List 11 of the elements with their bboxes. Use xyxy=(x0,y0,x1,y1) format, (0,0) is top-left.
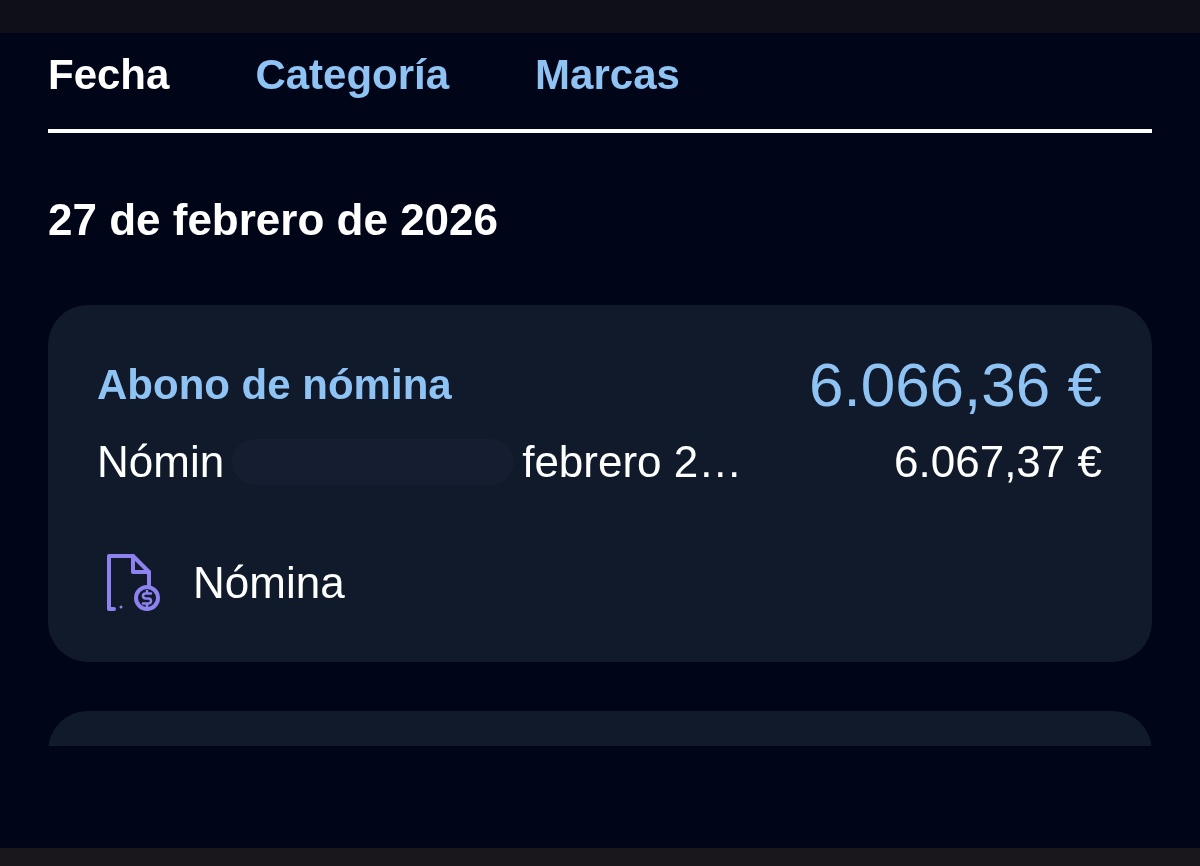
date-header: 27 de febrero de 2026 xyxy=(48,194,499,246)
document-dollar-icon xyxy=(105,554,162,611)
tab[interactable]: Marcas xyxy=(535,50,680,100)
transaction-title: Abono de nómina xyxy=(97,360,452,410)
tab[interactable]: Fecha xyxy=(48,50,170,100)
tab[interactable]: Categoría xyxy=(255,50,450,100)
transaction-amount: 6.066,36 € xyxy=(808,354,1102,416)
category-label: Nómina xyxy=(193,556,345,609)
original-amount: 6.067,37 € xyxy=(894,436,1102,488)
description-text: Nómin xyxy=(97,436,225,488)
description-text: febrero 2… xyxy=(522,436,743,488)
